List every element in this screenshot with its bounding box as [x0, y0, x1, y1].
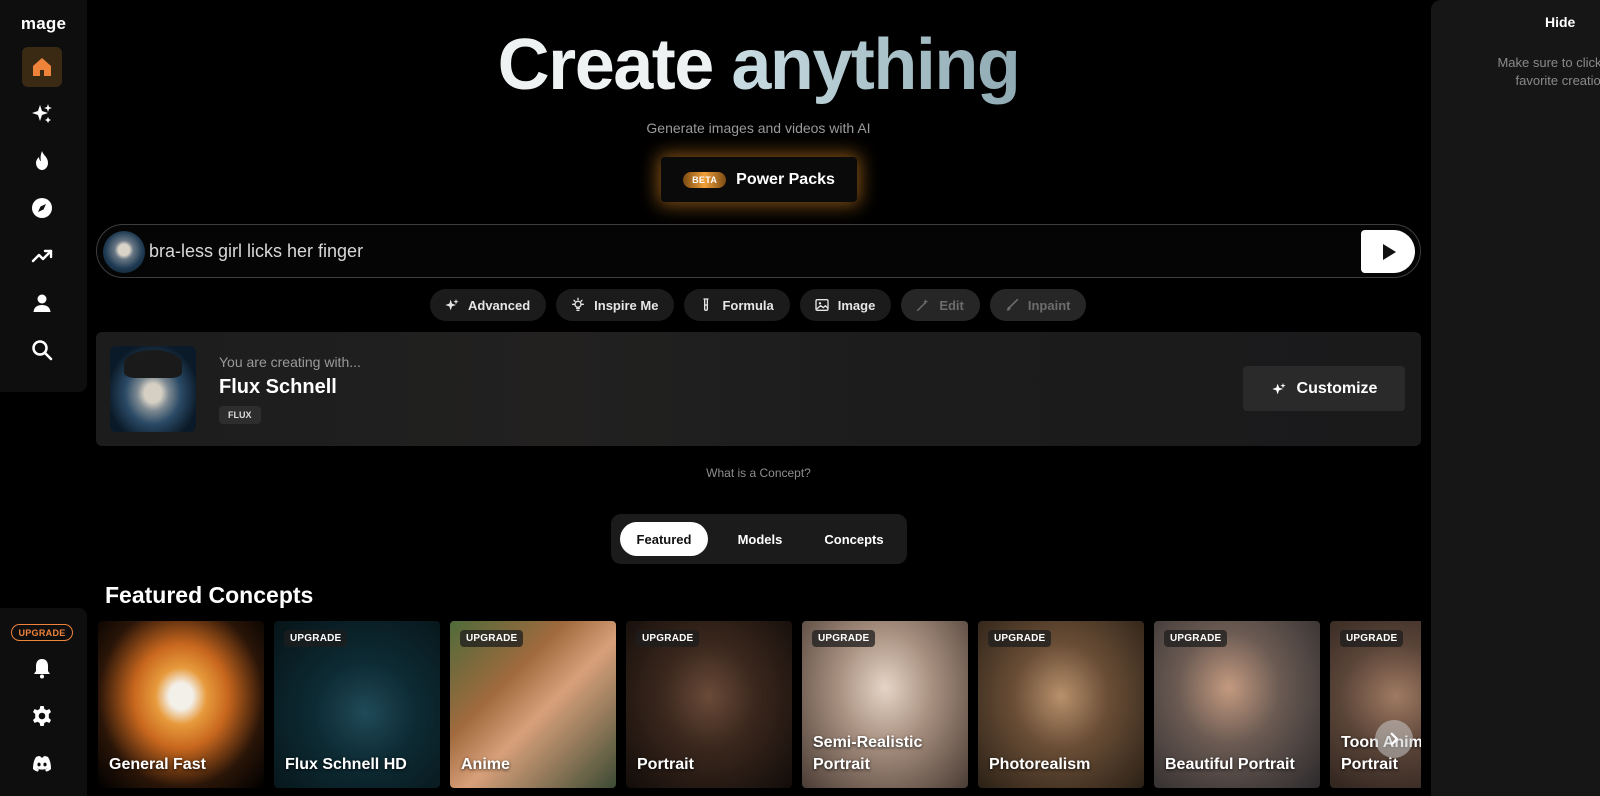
- edit-label: Edit: [939, 297, 964, 313]
- hero-subtitle: Generate images and videos with AI: [646, 120, 871, 136]
- play-icon: [1383, 243, 1396, 260]
- test-tube-icon: [703, 298, 710, 311]
- hero-title-word1: Create: [497, 25, 715, 105]
- beta-badge: BETA: [683, 171, 727, 188]
- upgrade-badge: UPGRADE: [988, 630, 1052, 647]
- image-button[interactable]: Image: [799, 289, 892, 321]
- concept-card[interactable]: UPGRADE Photorealism: [978, 621, 1144, 788]
- inpaint-label: Inpaint: [1027, 297, 1071, 313]
- sparkles-icon: [32, 104, 52, 123]
- upgrade-badge: UPGRADE: [1340, 630, 1404, 647]
- bell-icon: [34, 659, 50, 679]
- concept-card[interactable]: General Fast: [98, 621, 264, 788]
- sparkles-icon: [1271, 382, 1286, 394]
- sidebar-item-hot[interactable]: [22, 141, 62, 181]
- trending-icon: [31, 249, 53, 263]
- image-icon: [815, 299, 829, 311]
- gear-icon: [33, 706, 51, 726]
- concept-card-label: Beautiful Portrait: [1165, 756, 1295, 773]
- sidebar-item-explore[interactable]: [22, 188, 62, 228]
- power-packs-label: Power Packs: [736, 170, 835, 188]
- upgrade-badge: UPGRADE: [284, 630, 348, 647]
- power-packs-button[interactable]: BETA Power Packs: [661, 157, 857, 202]
- model-tag: FLUX: [219, 406, 261, 424]
- concept-card[interactable]: UPGRADE Anime: [450, 621, 616, 788]
- concept-card-label: Semi-Realistic Portrait: [813, 734, 923, 773]
- concept-card[interactable]: UPGRADE Beautiful Portrait: [1154, 621, 1320, 788]
- upgrade-badge: UPGRADE: [812, 630, 876, 647]
- customize-button[interactable]: Customize: [1243, 366, 1405, 411]
- upgrade-badge: UPGRADE: [636, 630, 700, 647]
- sidebar-item-profile[interactable]: [22, 283, 62, 323]
- hero-title: Create anything: [87, 24, 1430, 106]
- discord-button[interactable]: [22, 744, 62, 784]
- right-panel-note-line2: favorite creations: [1515, 73, 1600, 88]
- content-tabs: Featured Models Concepts: [611, 514, 907, 564]
- concept-card[interactable]: UPGRADE Portrait: [626, 621, 792, 788]
- magic-wand-icon: [917, 299, 929, 312]
- sidebar: mage UPGRADE: [0, 0, 87, 796]
- model-avatar[interactable]: [103, 231, 145, 273]
- tab-models[interactable]: Models: [716, 522, 804, 556]
- formula-label: Formula: [722, 297, 774, 313]
- sidebar-item-home[interactable]: [22, 47, 62, 87]
- edit-button[interactable]: Edit: [901, 289, 980, 321]
- concept-card-label: General Fast: [109, 756, 206, 773]
- concept-card[interactable]: UPGRADE Flux Schnell HD: [274, 621, 440, 788]
- concept-card-label: Portrait: [637, 756, 694, 773]
- right-panel-note-line1: Make sure to click save: [1497, 55, 1600, 70]
- advanced-button[interactable]: Advanced: [430, 289, 547, 321]
- concept-card-label: Flux Schnell HD: [285, 756, 407, 773]
- user-icon: [33, 294, 51, 312]
- discord-icon: [33, 756, 51, 772]
- creating-with-label: You are creating with...: [219, 354, 361, 370]
- sidebar-item-create[interactable]: [22, 94, 62, 134]
- hero-title-word2: anything: [731, 25, 1021, 105]
- brush-icon: [1005, 298, 1019, 311]
- prompt-input[interactable]: [149, 225, 1349, 277]
- notifications-button[interactable]: [22, 648, 62, 688]
- chevron-right-icon: [1390, 732, 1399, 746]
- hide-panel-button[interactable]: Hide: [1545, 14, 1575, 30]
- lightbulb-icon: [572, 297, 585, 311]
- generate-button[interactable]: [1361, 230, 1415, 273]
- settings-button[interactable]: [22, 696, 62, 736]
- formula-button[interactable]: Formula: [684, 289, 790, 321]
- model-card: You are creating with... Flux Schnell FL…: [96, 332, 1421, 446]
- right-panel: Hide Make sure to click save favorite cr…: [1431, 0, 1600, 796]
- model-name: Flux Schnell: [219, 376, 337, 398]
- upgrade-badge: UPGRADE: [1164, 630, 1228, 647]
- carousel-next-button[interactable]: [1375, 720, 1413, 758]
- compass-icon: [32, 198, 52, 218]
- tab-featured[interactable]: Featured: [620, 522, 708, 556]
- featured-concepts-carousel: General Fast UPGRADE Flux Schnell HD UPG…: [98, 621, 1421, 796]
- inspire-me-button[interactable]: Inspire Me: [556, 289, 675, 321]
- concept-card[interactable]: UPGRADE Toon Anim Portrait: [1330, 621, 1421, 788]
- upgrade-badge: UPGRADE: [460, 630, 524, 647]
- what-is-concept-link[interactable]: What is a Concept?: [87, 466, 1430, 480]
- image-label: Image: [837, 297, 876, 313]
- concept-card-label: Anime: [461, 756, 510, 773]
- search-icon: [32, 340, 53, 361]
- home-icon: [33, 58, 51, 76]
- sparkles-icon: [445, 299, 459, 311]
- sidebar-item-search[interactable]: [22, 330, 62, 370]
- right-panel-note: Make sure to click save favorite creatio…: [1465, 54, 1600, 90]
- model-thumbnail: [110, 346, 196, 432]
- concept-card[interactable]: UPGRADE Semi-Realistic Portrait: [802, 621, 968, 788]
- inspire-me-label: Inspire Me: [594, 297, 659, 313]
- featured-concepts-title: Featured Concepts: [105, 582, 314, 608]
- sidebar-item-trending[interactable]: [22, 236, 62, 276]
- prompt-options: Advanced Inspire Me Formula Image Edit I…: [430, 289, 1087, 321]
- concept-card-label: Photorealism: [989, 756, 1091, 773]
- app-logo[interactable]: mage: [0, 14, 87, 34]
- sidebar-top-panel: mage: [0, 0, 87, 392]
- flame-icon: [36, 151, 48, 170]
- customize-label: Customize: [1296, 379, 1378, 397]
- inpaint-button[interactable]: Inpaint: [989, 289, 1087, 321]
- upgrade-button[interactable]: UPGRADE: [11, 624, 73, 641]
- advanced-label: Advanced: [468, 297, 531, 313]
- tab-concepts[interactable]: Concepts: [808, 522, 900, 556]
- prompt-bar: [96, 224, 1421, 278]
